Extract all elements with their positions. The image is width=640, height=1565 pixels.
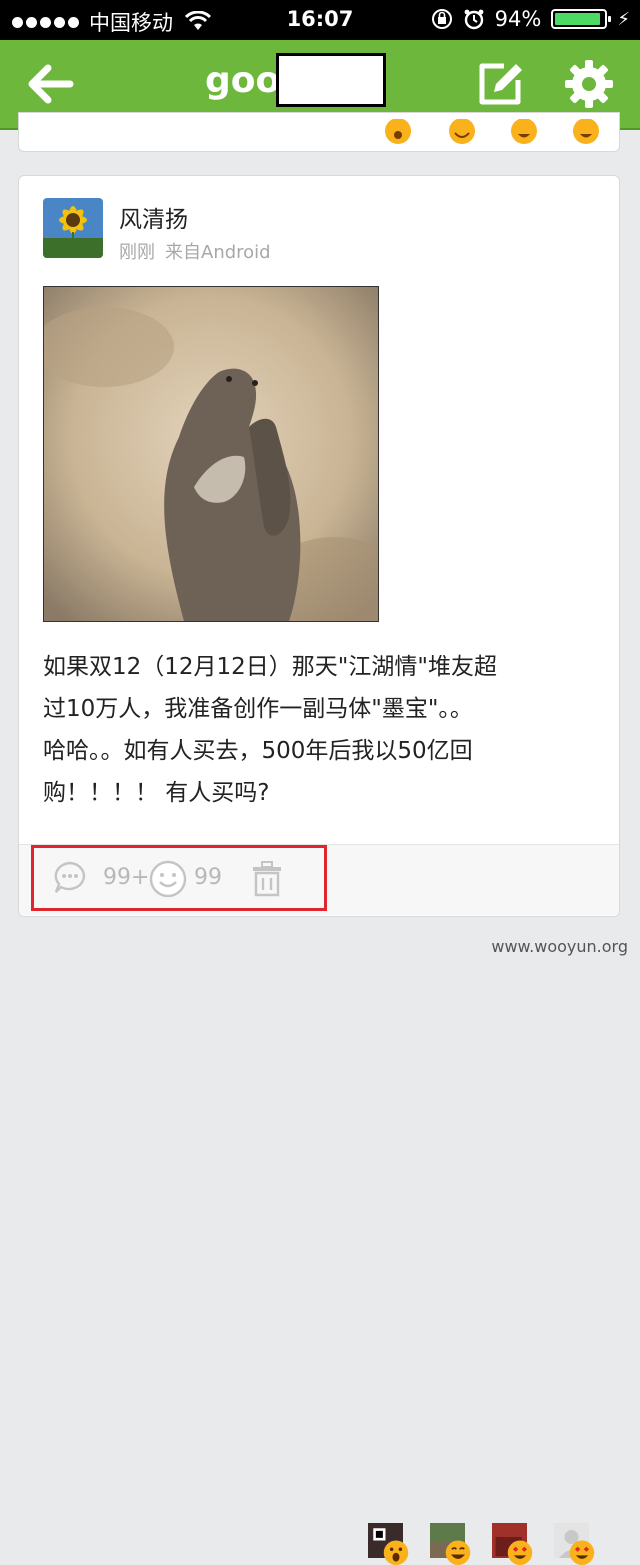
compose-icon[interactable] [474,58,526,110]
emoji-icon [509,119,539,147]
post-content-line: 如果双12（12月12日）那天"江湖情"堆友超 [43,646,603,688]
post-content: 如果双12（12月12日）那天"江湖情"堆友超 过10万人，我准备创作一副马体"… [43,646,603,814]
alarm-icon [463,8,485,30]
watermark: www.wooyun.org [491,937,628,956]
post-time: 刚刚 [119,242,155,263]
emoji-icon [383,119,413,147]
page-title: goo [205,60,280,101]
gear-icon[interactable] [563,58,615,110]
back-arrow-icon[interactable] [20,54,80,114]
post-content-line: 过10万人，我准备创作一副马体"墨宝"。。 [43,688,603,730]
liker-avatar[interactable] [368,1523,410,1565]
battery-level [555,13,600,25]
emoji-icon [571,119,601,147]
battery-icon [551,9,607,29]
orientation-lock-icon [431,8,453,30]
redaction-box [276,53,386,107]
previous-post-card [18,112,620,152]
post-image[interactable] [43,286,379,622]
status-right: 94% ⚡ [431,7,630,31]
charging-icon: ⚡ [617,9,630,30]
highlight-box [31,845,327,911]
status-bar: 中国移动 16:07 94% ⚡ [0,0,640,40]
battery-percent: 94% [495,7,542,31]
post-meta: 刚刚来自Android [119,238,271,264]
post-author[interactable]: 风清扬 [119,200,188,234]
post-content-line: 哈哈。。如有人买去，500年后我以50亿回 [43,730,603,772]
post-card: 风清扬 刚刚来自Android 如果双12（12月12日）那天"江湖情"堆友超 … [18,175,620,917]
liker-avatar[interactable] [430,1523,472,1565]
post-source: 来自Android [165,242,271,263]
post-content-line: 购！！！！ 有人买吗? [43,772,603,814]
avatar[interactable] [43,198,103,258]
liker-avatar[interactable] [492,1523,534,1565]
liker-avatar[interactable] [554,1523,596,1565]
emoji-icon [447,119,477,147]
